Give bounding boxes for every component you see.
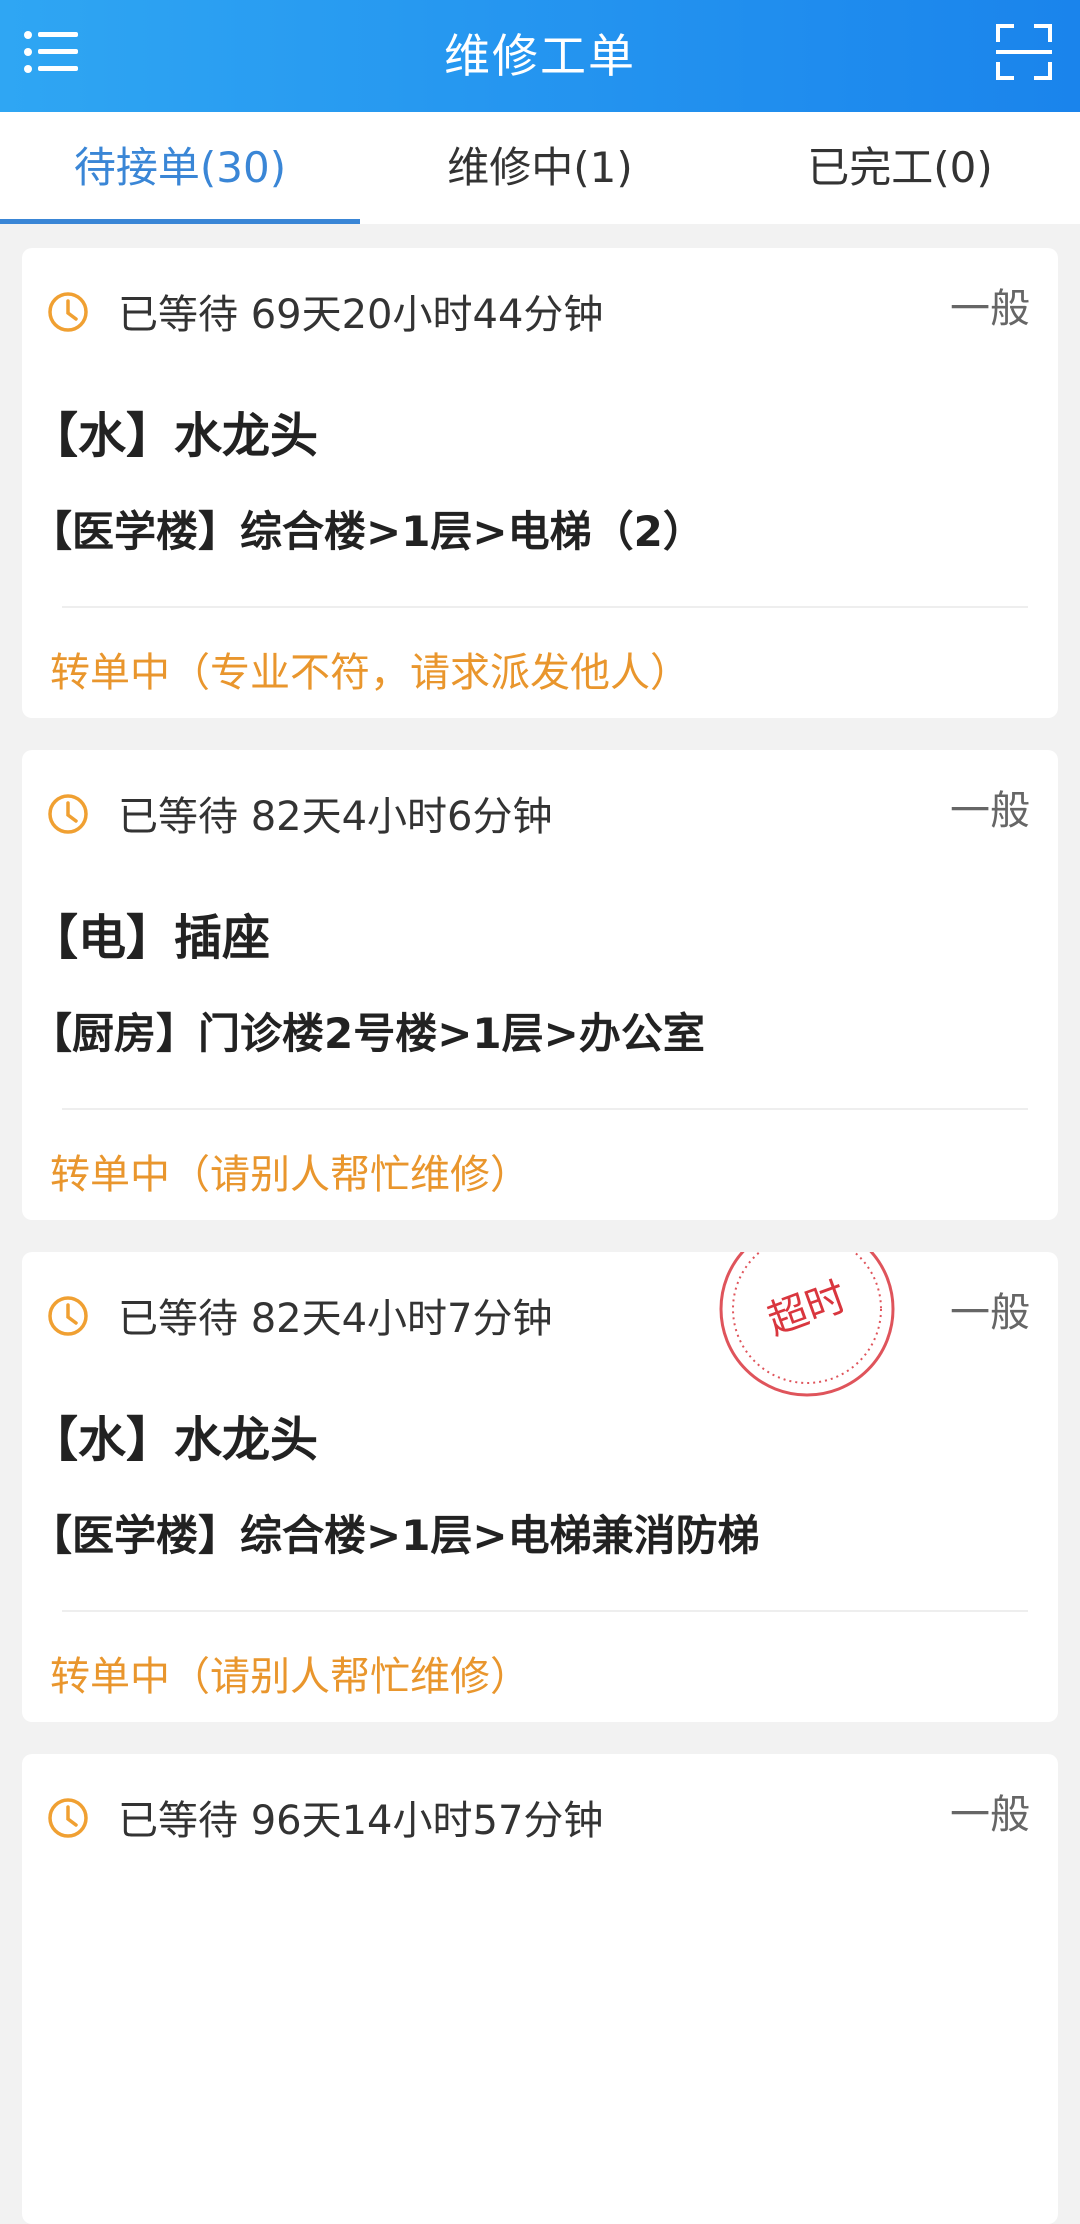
tab-pending[interactable]: 待接单(30) — [0, 112, 360, 224]
scan-icon[interactable] — [994, 22, 1054, 82]
work-order-card[interactable]: 已等待 82天4小时6分钟 一般 【电】插座 【厨房】门诊楼2号楼>1层>办公室… — [22, 750, 1058, 1220]
page-title: 维修工单 — [444, 29, 636, 83]
app-header: 维修工单 — [0, 0, 1080, 112]
wait-time: 已等待 82天4小时7分钟 — [118, 1296, 553, 1342]
clock-icon — [48, 1798, 88, 1838]
repair-location: 【医学楼】综合楼>1层>电梯（2） — [30, 507, 705, 556]
tab-in-repair[interactable]: 维修中(1) — [360, 112, 720, 224]
active-tab-indicator — [0, 219, 360, 224]
priority-label: 一般 — [950, 1290, 1030, 1336]
work-order-card[interactable]: 已等待 82天4小时7分钟 超时 一般 【水】水龙头 【医学楼】综合楼>1层>电… — [22, 1252, 1058, 1722]
order-status: 转单中（请别人帮忙维修） — [50, 1152, 530, 1198]
order-status: 转单中（请别人帮忙维修） — [50, 1654, 530, 1700]
tab-completed[interactable]: 已完工(0) — [720, 112, 1080, 224]
card-divider — [62, 1108, 1028, 1110]
order-status: 转单中（专业不符，请求派发他人） — [50, 650, 690, 696]
clock-icon — [48, 292, 88, 332]
tab-bar: 待接单(30) 维修中(1) 已完工(0) — [0, 112, 1080, 224]
wait-time: 已等待 96天14小时57分钟 — [118, 1798, 604, 1844]
clock-icon — [48, 1296, 88, 1336]
repair-item-title: 【水】水龙头 — [30, 1412, 319, 1468]
priority-label: 一般 — [950, 286, 1030, 332]
wait-time: 已等待 69天20小时44分钟 — [118, 292, 604, 338]
priority-label: 一般 — [950, 788, 1030, 834]
work-order-card[interactable]: 已等待 96天14小时57分钟 一般 — [22, 1754, 1058, 2224]
priority-label: 一般 — [950, 1792, 1030, 1838]
menu-list-icon[interactable] — [24, 30, 82, 74]
card-divider — [62, 606, 1028, 608]
wait-time: 已等待 82天4小时6分钟 — [118, 794, 553, 840]
overtime-stamp: 超时 — [719, 1252, 895, 1397]
repair-item-title: 【电】插座 — [30, 910, 271, 966]
repair-location: 【医学楼】综合楼>1层>电梯兼消防梯 — [30, 1511, 760, 1560]
repair-location: 【厨房】门诊楼2号楼>1层>办公室 — [30, 1009, 705, 1058]
clock-icon — [48, 794, 88, 834]
work-order-card[interactable]: 已等待 69天20小时44分钟 一般 【水】水龙头 【医学楼】综合楼>1层>电梯… — [22, 248, 1058, 718]
card-divider — [62, 1610, 1028, 1612]
stamp-text: 超时 — [762, 1274, 853, 1345]
repair-item-title: 【水】水龙头 — [30, 408, 319, 464]
